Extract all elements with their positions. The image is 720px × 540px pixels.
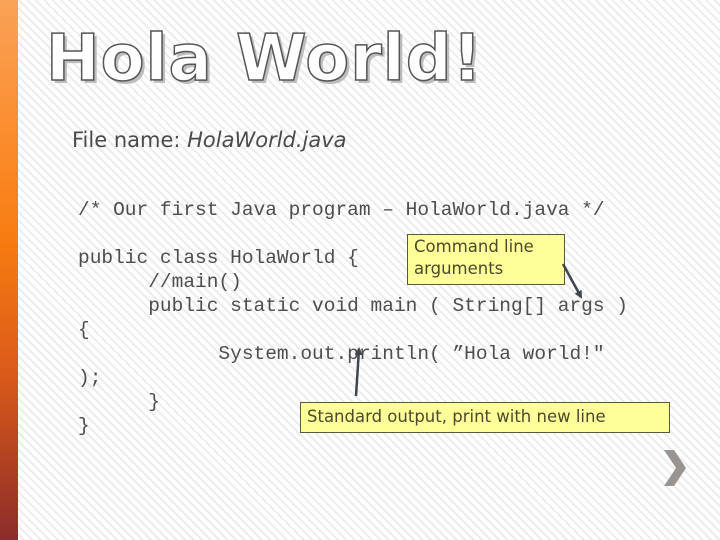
- callout-command-line-arguments: Command line arguments: [407, 234, 565, 285]
- code-main-comment: //main(): [78, 271, 242, 293]
- code-close-brace-inner: }: [78, 391, 160, 413]
- code-open-brace: {: [78, 319, 90, 341]
- file-name-line: File name: HolaWorld.java: [72, 128, 347, 152]
- code-println: System.out.println( ”Hola world!": [78, 343, 605, 365]
- args-arrow: [561, 263, 583, 299]
- slide-title: Hola World!: [45, 21, 483, 97]
- code-comment-line: /* Our first Java program – HolaWorld.ja…: [78, 199, 605, 221]
- code-main-signature: public static void main ( String[] args …: [78, 295, 628, 317]
- callout-args-line1: Command line: [414, 237, 534, 256]
- callout-args-line2: arguments: [414, 259, 504, 278]
- file-name-label: File name:: [72, 128, 188, 152]
- code-close-paren: );: [78, 367, 102, 389]
- chevron-right-icon: [664, 450, 686, 486]
- accent-bar: [0, 0, 18, 540]
- file-name-value: HolaWorld.java: [187, 128, 347, 152]
- code-class-declaration: public class HolaWorld {: [78, 247, 359, 269]
- next-slide-button[interactable]: [658, 446, 692, 490]
- code-close-brace-outer: }: [78, 415, 90, 437]
- callout-standard-output: Standard output, print with new line: [300, 402, 670, 433]
